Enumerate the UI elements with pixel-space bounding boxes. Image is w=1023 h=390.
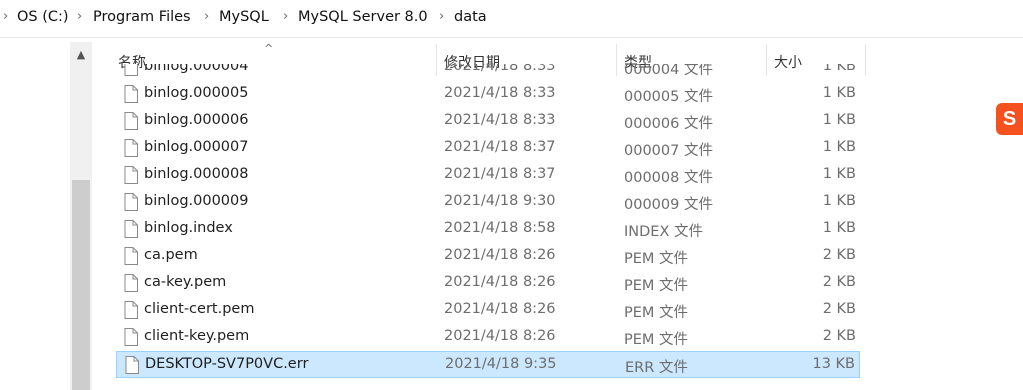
file-type: ERR 文件 xyxy=(625,360,688,376)
file-type: PEM 文件 xyxy=(624,251,689,267)
file-name: client-key.pem xyxy=(144,328,250,344)
file-type: 000007 文件 xyxy=(624,143,713,159)
file-size: 2 KB xyxy=(822,274,856,290)
file-icon xyxy=(125,356,139,374)
file-name: binlog.000009 xyxy=(144,193,249,209)
file-row[interactable]: ca-key.pem 2021/4/18 8:26 PEM 文件 2 KB xyxy=(116,270,860,297)
file-type: 000004 文件 xyxy=(624,64,713,78)
file-icon xyxy=(124,301,138,319)
file-name: binlog.000004 xyxy=(144,64,249,74)
file-date: 2021/4/18 8:33 xyxy=(444,85,556,101)
file-size: 2 KB xyxy=(822,247,856,263)
file-type: 000008 文件 xyxy=(624,170,713,186)
file-date: 2021/4/18 8:26 xyxy=(444,328,556,344)
file-row[interactable]: binlog.index 2021/4/18 8:58 INDEX 文件 1 KB xyxy=(116,216,860,243)
file-row[interactable]: binlog.000006 2021/4/18 8:33 000006 文件 1 KB xyxy=(116,108,860,135)
breadcrumb-item-drive[interactable]: OS (C:) xyxy=(17,9,69,25)
ime-logo[interactable]: S xyxy=(996,103,1023,135)
chevron-right-icon[interactable]: › xyxy=(77,9,82,24)
file-name: ca.pem xyxy=(144,247,198,263)
file-icon xyxy=(124,112,138,130)
file-type: 000009 文件 xyxy=(624,197,713,213)
divider xyxy=(0,37,1023,38)
file-icon xyxy=(124,193,138,211)
chevron-right-icon[interactable]: › xyxy=(3,9,8,24)
file-type: PEM 文件 xyxy=(624,332,689,348)
file-size: 2 KB xyxy=(822,328,856,344)
file-row[interactable]: binlog.000008 2021/4/18 8:37 000008 文件 1 KB xyxy=(116,162,860,189)
breadcrumb-item-mysql[interactable]: MySQL xyxy=(219,9,269,25)
file-size: 1 KB xyxy=(822,220,856,236)
file-name: binlog.000006 xyxy=(144,112,249,128)
file-icon xyxy=(124,166,138,184)
file-date: 2021/4/18 9:35 xyxy=(445,356,557,372)
file-row[interactable]: binlog.000009 2021/4/18 9:30 000009 文件 1 KB xyxy=(116,189,860,216)
file-name: ca-key.pem xyxy=(144,274,227,290)
file-row[interactable]: binlog.000007 2021/4/18 8:37 000007 文件 1 KB xyxy=(116,135,860,162)
chevron-right-icon[interactable]: › xyxy=(283,9,288,24)
chevron-right-icon[interactable]: › xyxy=(204,9,209,24)
file-date: 2021/4/18 8:26 xyxy=(444,274,556,290)
file-name: binlog.000007 xyxy=(144,139,249,155)
file-name: client-cert.pem xyxy=(144,301,255,317)
file-type: PEM 文件 xyxy=(624,278,689,294)
file-row[interactable]: binlog.000005 2021/4/18 8:33 000005 文件 1 KB xyxy=(116,81,860,108)
column-divider[interactable] xyxy=(865,44,866,76)
file-size: 1 KB xyxy=(822,166,856,182)
file-date: 2021/4/18 8:37 xyxy=(444,166,556,182)
nav-pane-scrollbar[interactable]: ▲ xyxy=(70,42,92,390)
file-name: binlog.index xyxy=(144,220,233,236)
file-date: 2021/4/18 8:33 xyxy=(444,112,556,128)
breadcrumb-item-program-files[interactable]: Program Files xyxy=(93,9,191,25)
file-icon xyxy=(124,220,138,238)
file-icon xyxy=(124,328,138,346)
breadcrumb-item-data[interactable]: data xyxy=(454,9,487,25)
file-type: PEM 文件 xyxy=(624,305,689,321)
file-row[interactable]: DESKTOP-SV7P0VC.err 2021/4/18 9:35 ERR 文件 1… xyxy=(116,351,860,378)
file-size: 1 KB xyxy=(822,85,856,101)
file-icon xyxy=(124,247,138,265)
file-row[interactable]: binlog.000004 2021/4/18 8:33 000004 文件 1 KB xyxy=(116,64,860,81)
chevron-right-icon[interactable]: › xyxy=(439,9,444,24)
file-date: 2021/4/18 8:26 xyxy=(444,301,556,317)
breadcrumb-item-mysql-server[interactable]: MySQL Server 8.0 xyxy=(298,9,428,25)
file-date: 2021/4/18 8:37 xyxy=(444,139,556,155)
file-type: INDEX 文件 xyxy=(624,224,703,240)
file-icon xyxy=(124,85,138,103)
file-type: 000006 文件 xyxy=(624,116,713,132)
file-type: 000005 文件 xyxy=(624,89,713,105)
file-name: binlog.000005 xyxy=(144,85,249,101)
file-icon xyxy=(124,139,138,157)
address-bar: › OS (C:) › Program Files › MySQL › MySQ… xyxy=(0,0,1023,38)
file-size: 2 KB xyxy=(822,301,856,317)
file-row[interactable]: client-key.pem 2021/4/18 8:26 PEM 文件 2 KB xyxy=(116,324,860,351)
file-name: DESKTOP-SV7P0VC.err xyxy=(145,356,309,372)
file-date: 2021/4/18 8:58 xyxy=(444,220,556,236)
file-name: binlog.000008 xyxy=(144,166,249,182)
file-row[interactable]: client-cert.pem 2021/4/18 8:26 PEM 文件 2 KB xyxy=(116,297,860,324)
file-date: 2021/4/18 9:30 xyxy=(444,193,556,209)
file-size: 1 KB xyxy=(822,112,856,128)
file-list: binlog.000004 2021/4/18 8:33 000004 文件 1 KB… xyxy=(116,64,864,390)
file-icon xyxy=(124,64,138,76)
file-date: 2021/4/18 8:33 xyxy=(444,64,556,74)
file-size: 1 KB xyxy=(822,139,856,155)
scroll-thumb[interactable] xyxy=(72,180,90,390)
file-row[interactable]: ca.pem 2021/4/18 8:26 PEM 文件 2 KB xyxy=(116,243,860,270)
file-size: 1 KB xyxy=(822,193,856,209)
file-date: 2021/4/18 8:26 xyxy=(444,247,556,263)
file-size: 1 KB xyxy=(822,64,856,74)
file-icon xyxy=(124,274,138,292)
file-size: 13 KB xyxy=(812,356,855,372)
